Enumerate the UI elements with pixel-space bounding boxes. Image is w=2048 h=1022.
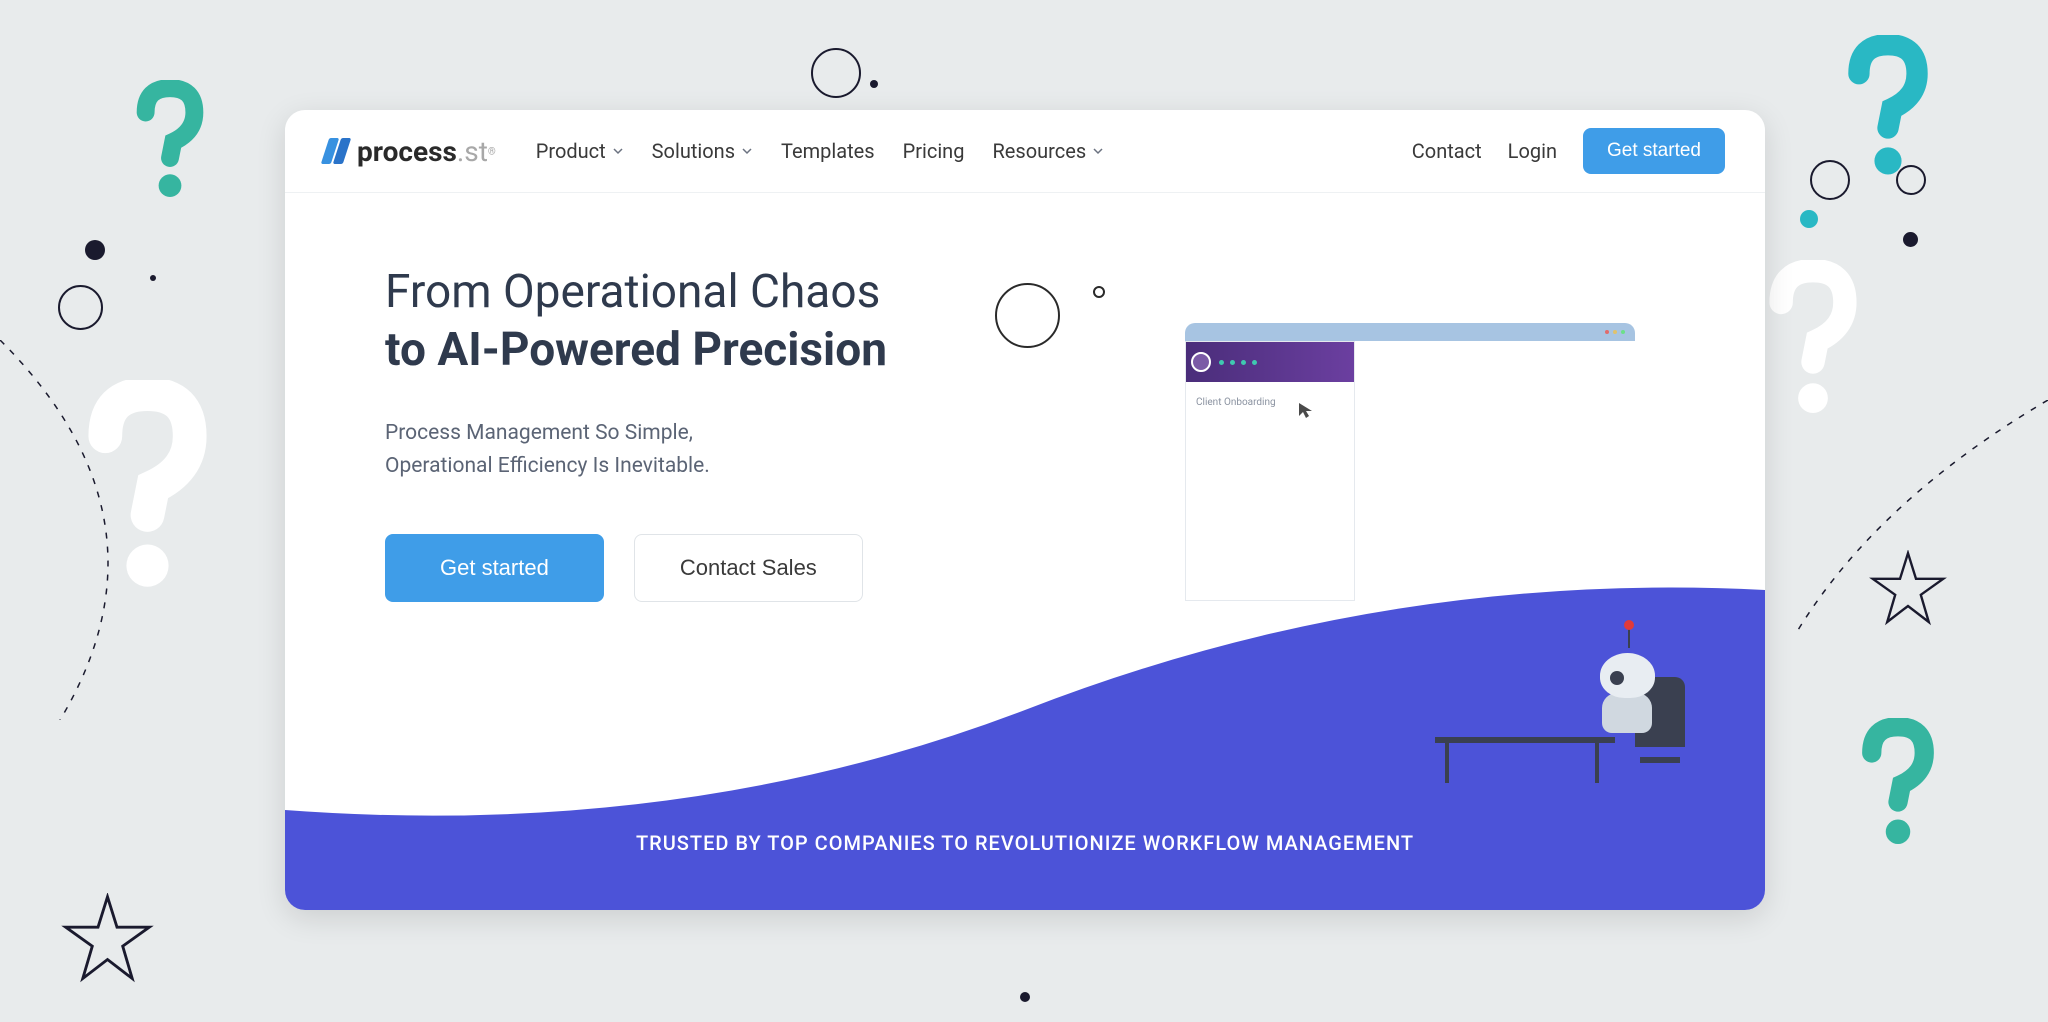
circle-decoration	[811, 48, 861, 98]
nav-pricing[interactable]: Pricing	[903, 139, 965, 163]
circle-decoration	[1093, 286, 1105, 298]
curve-decoration	[0, 340, 290, 720]
logo-icon	[325, 138, 347, 164]
top-nav: process.st® Product Solutions Templates …	[285, 110, 1765, 193]
question-mark-icon	[120, 80, 220, 214]
cursor-icon	[1296, 400, 1316, 420]
star-icon	[60, 893, 155, 992]
dot-decoration	[150, 275, 156, 281]
dot-decoration	[85, 240, 105, 260]
chevron-down-icon	[1092, 145, 1104, 157]
nav-login[interactable]: Login	[1508, 139, 1557, 163]
circle-decoration	[1810, 160, 1850, 200]
logo[interactable]: process.st®	[325, 135, 496, 168]
chevron-down-icon	[741, 145, 753, 157]
nav-contact[interactable]: Contact	[1412, 139, 1482, 163]
dot-decoration	[870, 80, 878, 88]
mockup-label: Client Onboarding	[1186, 382, 1354, 423]
nav-product[interactable]: Product	[536, 139, 624, 163]
circle-decoration	[1896, 165, 1926, 195]
product-mockup: Client Onboarding	[1185, 323, 1635, 603]
get-started-nav-button[interactable]: Get started	[1583, 128, 1725, 174]
mockup-header	[1186, 342, 1354, 382]
nav-resources[interactable]: Resources	[992, 139, 1104, 163]
nav-links: Product Solutions Templates Pricing Reso…	[536, 139, 1104, 163]
curve-decoration	[1798, 400, 2048, 650]
robot-illustration	[1435, 583, 1715, 783]
avatar-icon	[1191, 352, 1211, 372]
dot-decoration	[1800, 210, 1818, 228]
dot-decoration	[1020, 992, 1030, 1002]
nav-right: Contact Login Get started	[1412, 128, 1725, 174]
trust-banner: TRUSTED BY TOP COMPANIES TO REVOLUTIONIZ…	[285, 831, 1765, 855]
circle-decoration	[58, 285, 103, 330]
dot-decoration	[1903, 232, 1918, 247]
circle-decoration	[995, 283, 1060, 348]
logo-text: process.st®	[357, 135, 496, 168]
nav-solutions[interactable]: Solutions	[652, 139, 753, 163]
question-mark-icon	[1843, 718, 1953, 862]
website-card: process.st® Product Solutions Templates …	[285, 110, 1765, 910]
mockup-sidebar: Client Onboarding	[1185, 341, 1355, 601]
chevron-down-icon	[612, 145, 624, 157]
browser-chrome	[1185, 323, 1635, 341]
nav-templates[interactable]: Templates	[781, 139, 875, 163]
